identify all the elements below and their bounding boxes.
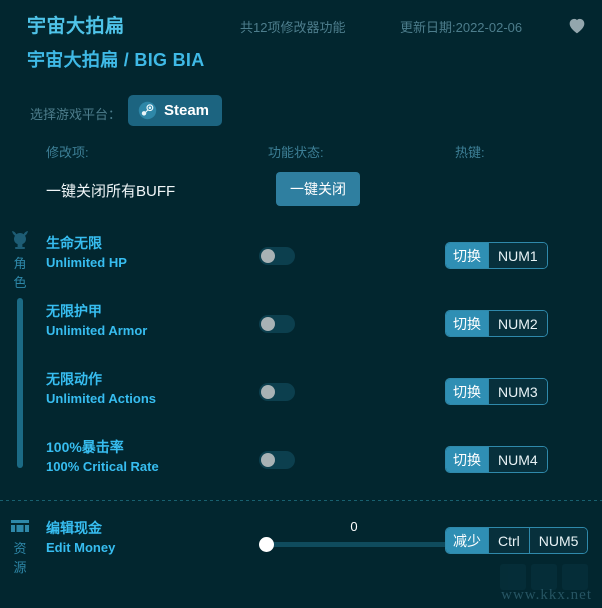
column-headers: 修改项: 功能状态: 热键: [0,136,602,166]
hotkey-key-label: NUM1 [488,243,547,268]
steam-icon [138,101,157,120]
row-label-group: 生命无限 Unlimited HP [46,234,127,272]
row-label-en: 100% Critical Rate [46,459,159,474]
section-divider [0,500,602,501]
steam-platform-button[interactable]: Steam [128,95,223,126]
site-watermark: www.kkx.net [501,587,592,603]
treasure-chest-icon [11,520,29,532]
hotkey-key-label: NUM2 [488,311,547,336]
feature-count-label: 共12项修改器功能 [240,20,346,35]
rows-character: 生命无限 Unlimited HP 切换 NUM1 无限护甲 Unlimited… [40,222,602,494]
platform-label: 选择游戏平台： [30,107,122,122]
hotkey-key-label: NUM3 [488,379,547,404]
row-label-en: Unlimited HP [46,255,127,270]
hotkey-action-label: 切换 [446,447,488,472]
toggle-unlimited-actions[interactable] [259,383,295,401]
row-critical-rate: 100%暴击率 100% Critical Rate 切换 NUM4 [40,426,602,494]
one-key-close-row: 一键关闭所有BUFF 一键关闭 [0,166,602,222]
slider-value-label: 0 [350,519,358,534]
column-header-hotkey: 热键: [455,145,485,160]
slider-knob[interactable] [259,537,274,552]
category-bar-character [17,298,23,468]
toggle-unlimited-hp[interactable] [259,247,295,265]
toggle-critical-rate[interactable] [259,451,295,469]
row-label-cn: 100%暴击率 [46,439,124,455]
slider-track[interactable] [259,537,449,552]
row-label-cn: 无限护甲 [46,303,102,319]
section-character: 角色 生命无限 Unlimited HP 切换 NUM1 无限护甲 Unlimi… [0,222,602,494]
row-label-group: 编辑现金 Edit Money [46,519,115,557]
steam-button-label: Steam [164,102,210,119]
category-rail-resources: 资源 [0,507,40,577]
platform-selector-row: 选择游戏平台： Steam [0,92,602,136]
toggle-knob [261,249,275,263]
row-label-en: Unlimited Actions [46,391,157,406]
toggle-knob [261,453,275,467]
header: 宇宙大拍扁 宇宙大拍扁 / BIG BIA 共12项修改器功能 更新日期:202… [0,0,602,92]
hotkey-edit-money[interactable]: 减少 Ctrl NUM5 [445,527,589,554]
row-unlimited-hp: 生命无限 Unlimited HP 切换 NUM1 [40,222,602,290]
row-label-cn: 无限动作 [46,371,102,387]
column-header-state: 功能状态: [268,145,324,160]
hotkey-unlimited-hp[interactable]: 切换 NUM1 [445,242,548,269]
row-label-cn: 生命无限 [46,235,102,251]
character-helmet-icon [12,231,28,249]
column-header-modifier: 修改项: [46,145,89,160]
row-label-group: 无限动作 Unlimited Actions [46,370,156,408]
category-label-resources: 资源 [13,541,27,575]
toggle-knob [261,385,275,399]
slider-edit-money[interactable]: 0 [259,519,449,552]
cheat-trainer-window: 宇宙大拍扁 宇宙大拍扁 / BIG BIA 共12项修改器功能 更新日期:202… [0,0,602,608]
hotkey-action-label: 切换 [446,379,488,404]
hotkey-critical-rate[interactable]: 切换 NUM4 [445,446,548,473]
toggle-knob [261,317,275,331]
toggle-unlimited-armor[interactable] [259,315,295,333]
hotkey-key-label: NUM4 [488,447,547,472]
one-key-close-button[interactable]: 一键关闭 [276,172,360,206]
row-label-en: Unlimited Armor [46,323,148,338]
page-title: 宇宙大拍扁 [27,16,125,37]
page-subtitle: 宇宙大拍扁 / BIG BIA [27,50,205,70]
update-date-label: 更新日期:2022-02-06 [400,20,523,35]
hotkey-key-label: NUM5 [528,528,588,553]
category-rail-character: 角色 [0,222,40,468]
one-key-close-label: 一键关闭所有BUFF [46,183,176,200]
hotkey-action-label: 切换 [446,243,488,268]
hotkey-unlimited-actions[interactable]: 切换 NUM3 [445,378,548,405]
row-unlimited-actions: 无限动作 Unlimited Actions 切换 NUM3 [40,358,602,426]
row-label-en: Edit Money [46,540,116,555]
row-label-group: 无限护甲 Unlimited Armor [46,302,147,340]
hotkey-action-label: 减少 [446,528,488,553]
row-label-group: 100%暴击率 100% Critical Rate [46,438,159,476]
hotkey-modifier-label: Ctrl [488,528,529,553]
hotkey-unlimited-armor[interactable]: 切换 NUM2 [445,310,548,337]
heart-icon[interactable] [566,14,588,36]
row-label-cn: 编辑现金 [46,520,102,536]
row-unlimited-armor: 无限护甲 Unlimited Armor 切换 NUM2 [40,290,602,358]
category-label-character: 角色 [13,256,27,290]
hotkey-action-label: 切换 [446,311,488,336]
